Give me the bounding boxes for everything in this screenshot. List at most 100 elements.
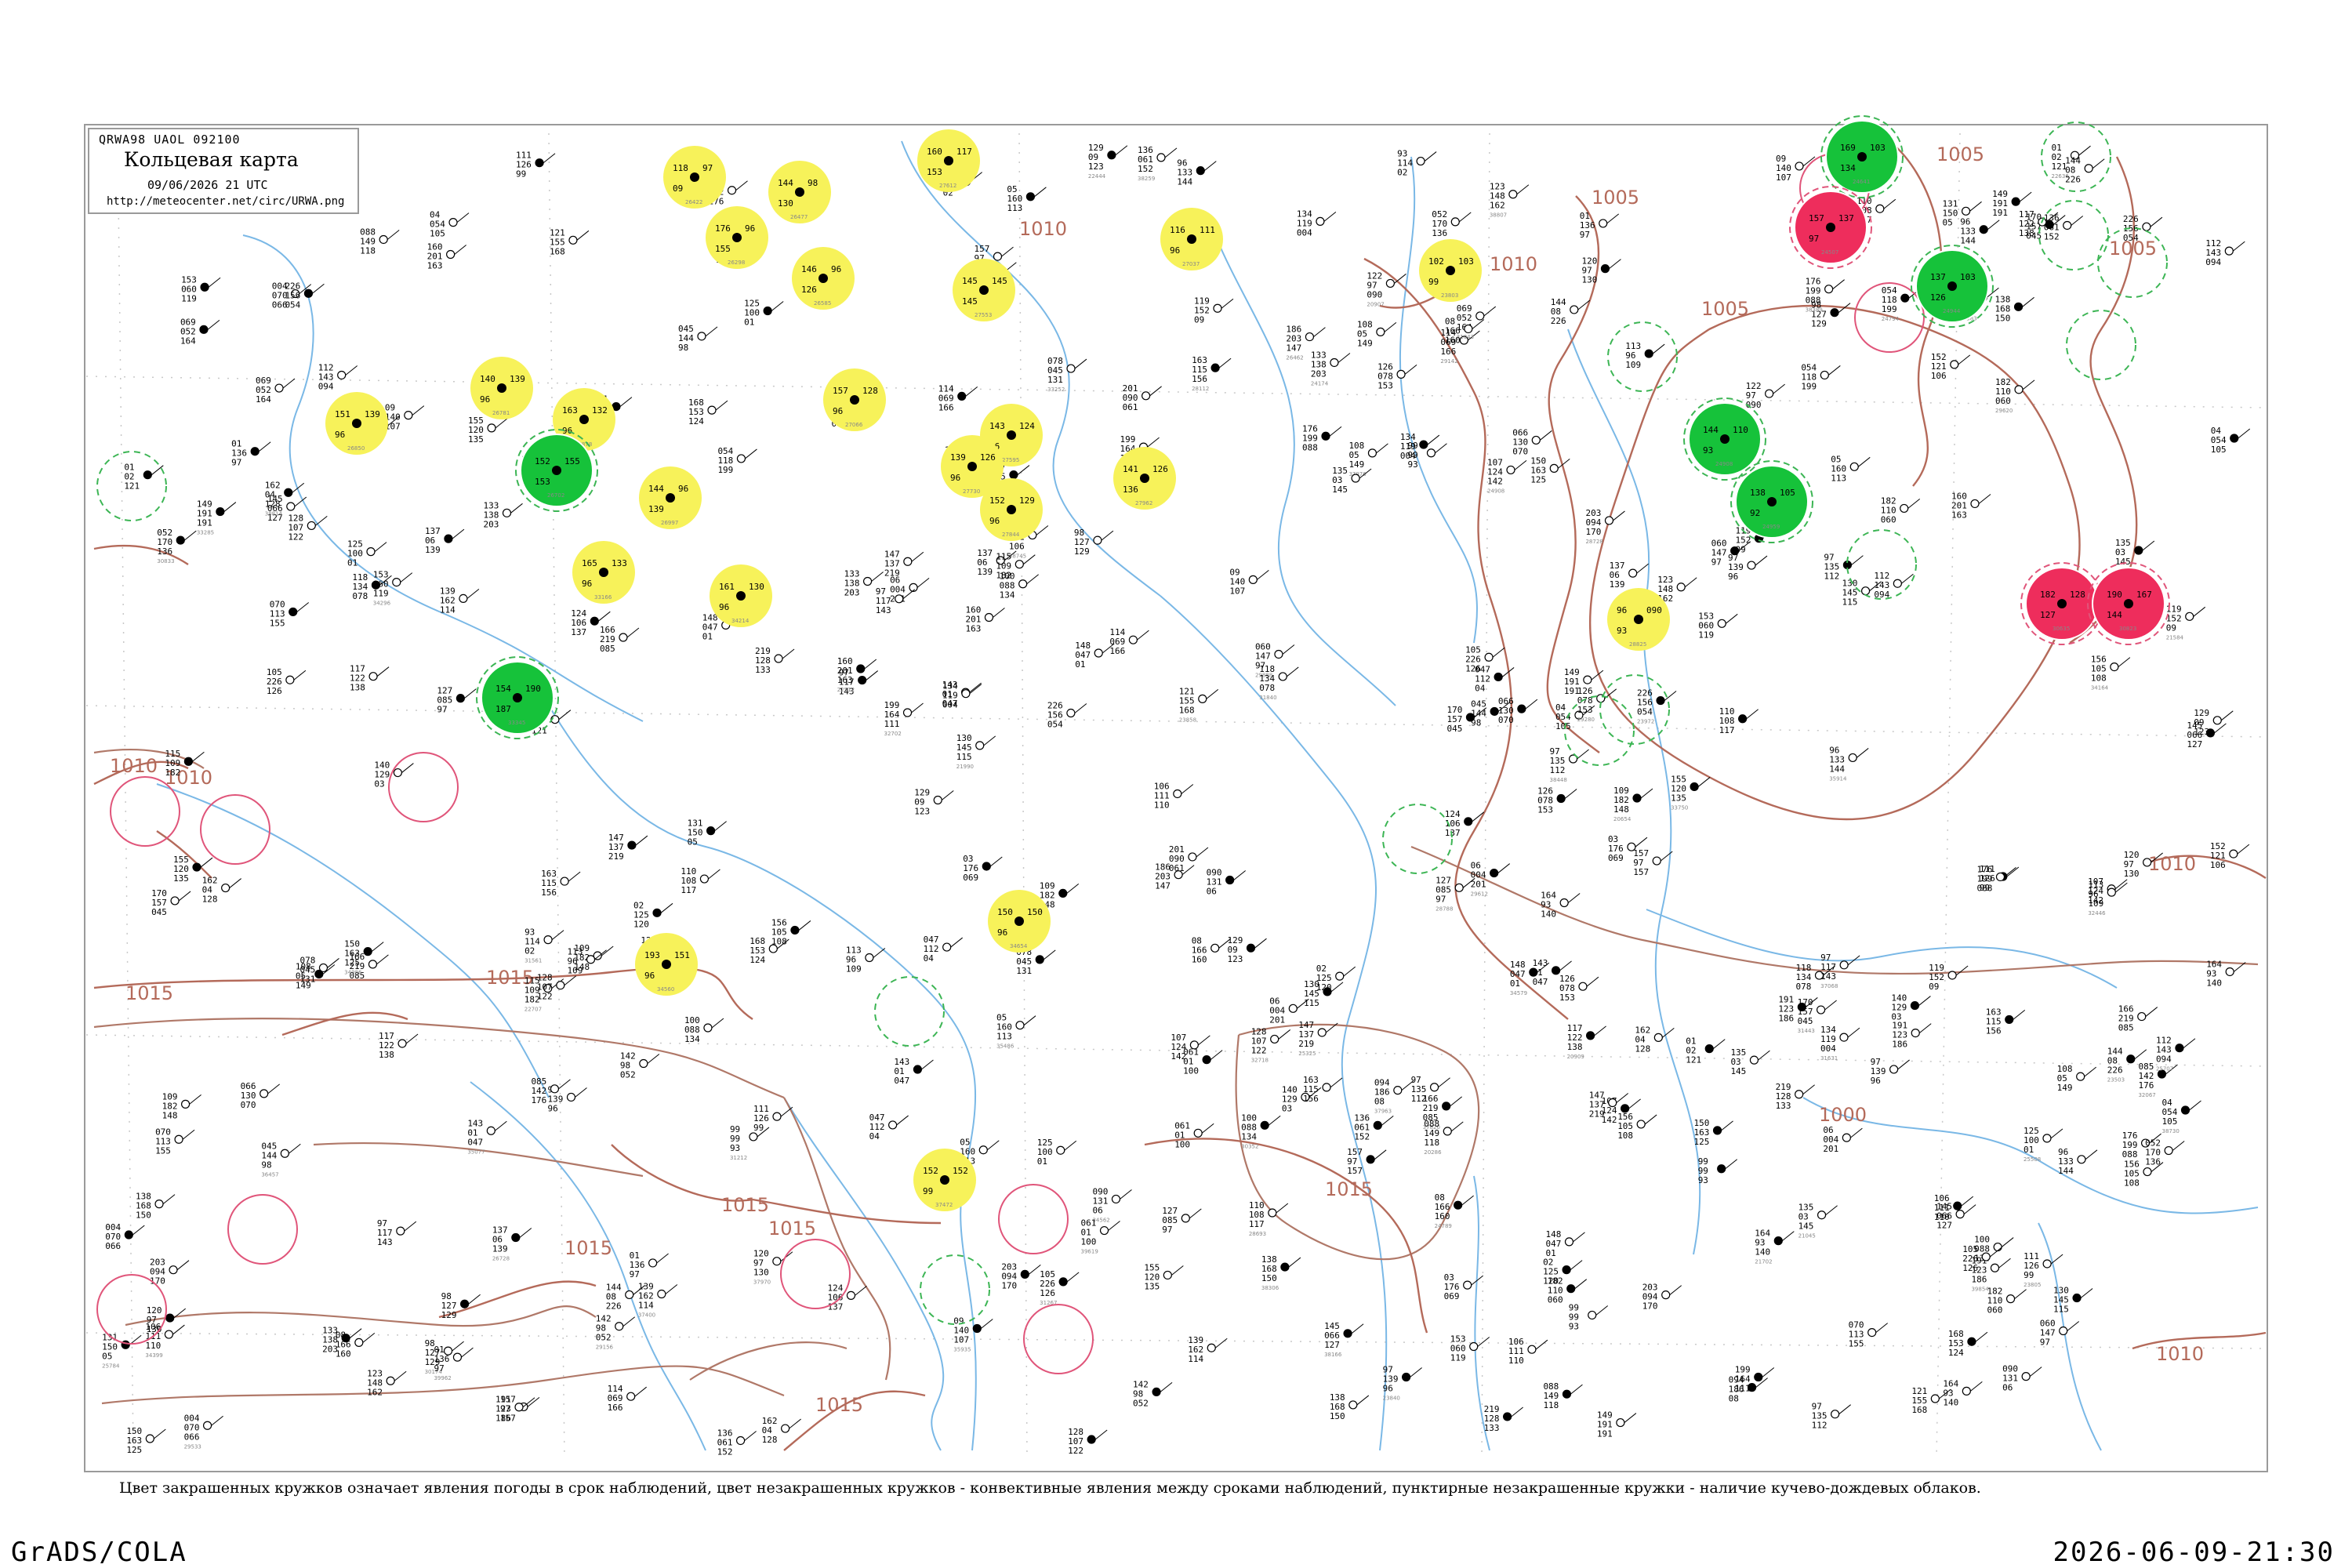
station-id: 34579 <box>1510 990 1527 996</box>
weather-station-green[interactable]: 169 103 134 24641 <box>1820 115 1904 198</box>
weather-station-red[interactable]: 182 128 127 30635 <box>2020 562 2103 645</box>
wind-barb-icon <box>1961 1196 1974 1207</box>
station-value: 131 <box>1047 375 1063 385</box>
station-plot: 13014511521990 <box>956 733 996 770</box>
weather-station-yellow[interactable]: 141 126 136 27962 <box>1113 447 1176 510</box>
isobar-label: 1010 <box>2148 853 2196 875</box>
weather-station-green[interactable]: 154 190 187 33345 <box>476 656 559 739</box>
weather-station-yellow[interactable]: 102 103 9923803 <box>1419 239 1482 302</box>
weather-station-yellow[interactable]: 116 111 9627037 <box>1160 208 1223 270</box>
wind-barb-icon <box>622 1316 636 1327</box>
station-plot: 123148162 <box>1657 575 1697 604</box>
cloud-cover-icon <box>1717 1164 1726 1174</box>
station-value: 155 <box>1849 1339 1864 1349</box>
station-value: 108 <box>1617 1131 1633 1141</box>
weather-station-yellow[interactable]: 157 128 9627066 <box>823 368 886 431</box>
isobar-line <box>438 1280 597 1319</box>
weather-station-yellow[interactable]: 144 96 139 26997 <box>639 466 702 529</box>
wind-barb-icon <box>345 365 358 376</box>
cloud-cover-icon <box>1616 1417 1625 1428</box>
station-value: 128 <box>862 386 878 396</box>
weather-station-yellow[interactable]: 176 96 155 26298 <box>706 206 768 269</box>
station-value: 166 <box>1109 646 1125 656</box>
station-id: 37068 <box>1820 983 1838 989</box>
weather-station-green[interactable]: 144 110 9324908 <box>1683 397 1766 481</box>
cloud-cover-icon <box>1738 714 1748 724</box>
cloud-cover-icon <box>371 580 381 590</box>
station-value: 123 <box>914 806 930 816</box>
station-value: 112 <box>1812 1421 1828 1431</box>
station-value: 140 <box>2206 978 2222 988</box>
station-value: 078 <box>1259 683 1275 693</box>
cloud-cover-icon <box>1900 503 1909 514</box>
cloud-cover-icon <box>781 1424 790 1433</box>
weather-station-yellow[interactable]: 150 150 9634654 <box>988 890 1051 953</box>
weather-station-yellow[interactable]: 146 96 126 26585 <box>792 247 855 310</box>
wind-barb-icon <box>744 1431 757 1441</box>
station-plot: 0113697 <box>630 1250 669 1279</box>
station-value: 118 <box>1424 1138 1439 1148</box>
station-value: 115 <box>956 752 972 762</box>
station-value: 112 <box>1824 572 1839 582</box>
wind-barb-icon <box>1987 220 2000 230</box>
weather-station-green[interactable]: 138 105 9224959 <box>1730 460 1813 543</box>
cloud-cover-icon <box>1604 516 1614 525</box>
station-value: 165 <box>582 558 597 568</box>
weather-station-yellow[interactable]: 165 133 9633166 <box>572 541 635 604</box>
station-value: 145 <box>992 276 1007 286</box>
station-value: 201 <box>1471 880 1486 890</box>
cloud-cover-icon <box>1321 431 1330 441</box>
cloud-cover-icon <box>1824 285 1834 294</box>
station-plot: 16493140 <box>1943 1378 1983 1407</box>
weather-station-yellow[interactable]: 160 117 153 27612 <box>917 129 980 192</box>
wind-barb-icon <box>172 1324 185 1335</box>
station-plot: 16204128 <box>1635 1025 1675 1054</box>
station-value: 163 <box>562 405 578 416</box>
weather-station-yellow[interactable]: 96 090 9328825 <box>1607 588 1670 651</box>
cloud-cover-icon <box>392 578 401 587</box>
source-url[interactable]: http://meteocenter.net/circ/URWA.png <box>107 195 344 208</box>
station-value: 070 <box>241 1100 256 1110</box>
cloud-cover-icon <box>1531 435 1541 445</box>
cloud-cover-icon <box>1955 1210 1965 1219</box>
weather-station-yellow[interactable]: 140 139 9626781 <box>470 357 533 419</box>
station-value: 152 <box>1354 1131 1370 1142</box>
station-value: 137 <box>571 627 586 637</box>
cloud-cover-icon <box>386 1376 395 1385</box>
weather-station-red[interactable]: 190 167 144 30823 <box>2087 562 2170 645</box>
wind-barb-icon <box>1539 430 1552 441</box>
weather-station-yellow[interactable]: 144 98 130 26477 <box>768 161 831 223</box>
station-value: 170 <box>1585 527 1601 537</box>
cloud-cover-icon <box>1351 474 1360 483</box>
weather-station-green[interactable]: 137 103 126 24944 <box>1911 245 1994 328</box>
weather-station-yellow[interactable]: 161 130 9634214 <box>710 564 772 627</box>
station-id: 27037 <box>1182 261 1200 267</box>
cloud-cover-icon <box>164 1330 174 1339</box>
station-value: 126 <box>1962 1263 1978 1273</box>
grid-line <box>1018 132 1028 1459</box>
wind-barb-icon <box>619 397 633 407</box>
weather-station-yellow[interactable]: 193 151 9634560 <box>635 933 698 996</box>
cloud-cover-icon <box>1196 166 1205 176</box>
station-plot: 06004201 <box>1823 1125 1863 1154</box>
isobar-label: 1010 <box>110 755 158 777</box>
weather-station-yellow[interactable]: 118 97 0926422 <box>663 146 726 209</box>
cloud-cover-icon <box>1549 463 1559 473</box>
station-value: 004 <box>1297 227 1312 238</box>
cloud-cover-icon <box>1503 1412 1512 1421</box>
weather-station-yellow[interactable]: 152 152 9937472 <box>913 1149 976 1211</box>
wind-barb-icon <box>1511 1406 1523 1417</box>
weather-station-yellow[interactable]: 152 129 9627844 <box>980 478 1043 541</box>
station-value: 99 <box>2024 1270 2034 1280</box>
cloud-cover-icon <box>763 306 772 316</box>
wind-barb-icon <box>1458 212 1472 223</box>
station-plot: 106111110 <box>1934 1193 1974 1222</box>
weather-station-yellow[interactable]: 145 145 145 27553 <box>953 259 1015 321</box>
wind-barb-icon <box>1721 1120 1733 1131</box>
station-value: 078 <box>1795 982 1811 992</box>
wind-barb-icon <box>376 666 390 677</box>
weather-station-yellow[interactable]: 151 139 9626850 <box>325 392 388 455</box>
station-value: 152 <box>2044 231 2060 241</box>
station-value: 139 <box>365 409 380 419</box>
station-value: 152 <box>923 1166 938 1176</box>
